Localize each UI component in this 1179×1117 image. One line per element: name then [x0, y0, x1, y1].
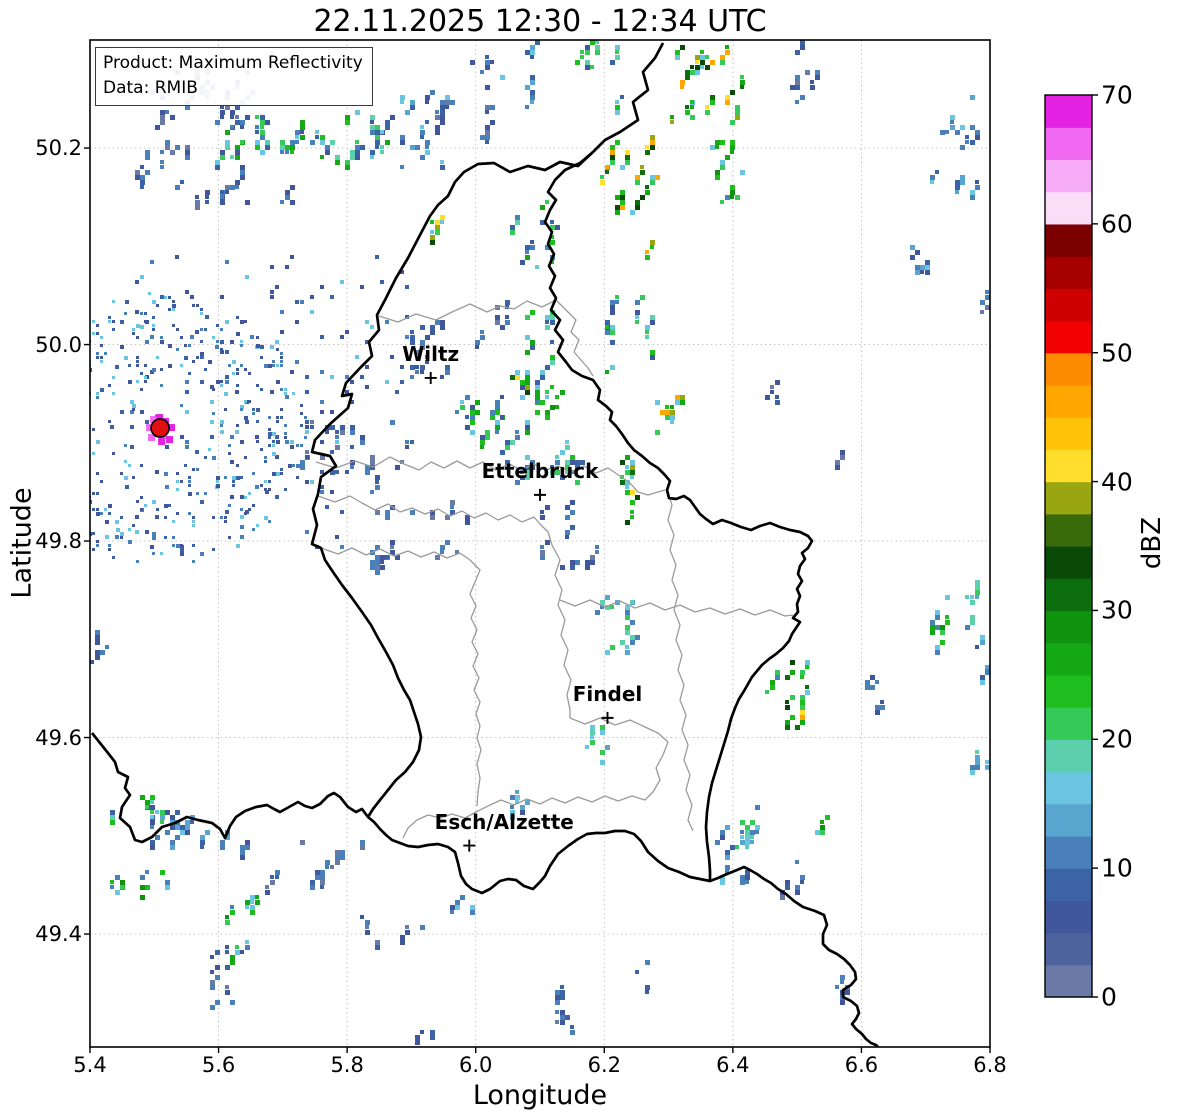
- x-tick-label: 6.6: [844, 1053, 879, 1077]
- colorbar-segment: [1045, 707, 1092, 740]
- radar-halo-pixel: [158, 438, 166, 446]
- colorbar-segment: [1045, 481, 1092, 515]
- x-tick-label: 6.2: [587, 1053, 621, 1077]
- data-source-line: Data: RMIB: [103, 77, 198, 98]
- y-tick-label: 49.4: [35, 922, 82, 947]
- colorbar-segment: [1045, 868, 1092, 901]
- colorbar-segment: [1045, 352, 1092, 386]
- colorbar-segment: [1045, 513, 1092, 547]
- x-tick-label: 5.8: [330, 1053, 364, 1077]
- colorbar-tick-label: 0: [1101, 982, 1117, 1012]
- colorbar-tick-label: 70: [1101, 80, 1133, 110]
- colorbar-tick-label: 10: [1101, 853, 1133, 883]
- city-label: Findel: [572, 681, 643, 706]
- city-label: Esch/Alzette: [434, 809, 574, 834]
- city-label: Ettelbruck: [481, 458, 599, 483]
- x-tick-label: 5.4: [73, 1053, 107, 1077]
- colorbar-segment: [1045, 417, 1092, 450]
- colorbar-segment: [1045, 127, 1092, 161]
- colorbar-segment: [1045, 964, 1092, 998]
- colorbar-segment: [1045, 739, 1092, 773]
- colorbar-segment: [1045, 191, 1092, 225]
- x-tick-label: 6.4: [716, 1053, 750, 1077]
- colorbar-tick-label: 40: [1101, 467, 1133, 497]
- colorbar-segment: [1045, 642, 1092, 676]
- radar-map-canvas: [84, 39, 1098, 1053]
- y-tick-label: 50.2: [35, 136, 82, 161]
- x-tick-label: 6.0: [459, 1053, 493, 1077]
- radar-halo-pixel: [166, 436, 174, 444]
- colorbar-segment: [1045, 159, 1092, 193]
- colorbar-tick-label: 30: [1101, 595, 1133, 625]
- colorbar-segment: [1045, 771, 1092, 805]
- colorbar-segment: [1045, 900, 1092, 934]
- colorbar-tick-label: 20: [1101, 724, 1133, 754]
- colorbar-segment: [1045, 449, 1092, 483]
- product-line: Product: Maximum Reflectivity: [103, 53, 363, 73]
- colorbar-segment: [1045, 288, 1092, 322]
- city-label: Wiltz: [402, 341, 460, 366]
- y-tick-label: 49.6: [35, 725, 82, 750]
- colorbar-segment: [1045, 674, 1092, 708]
- colorbar-segment: [1045, 320, 1092, 354]
- colorbar-segment: [1045, 932, 1092, 966]
- colorbar-segment: [1045, 95, 1092, 128]
- colorbar-segment: [1045, 610, 1092, 644]
- colorbar-segment: [1045, 256, 1092, 289]
- colorbar-label: dBZ: [1137, 516, 1167, 570]
- colorbar-segment: [1045, 546, 1092, 579]
- x-axis-label: Longitude: [472, 1080, 608, 1111]
- x-tick-label: 5.6: [201, 1053, 236, 1077]
- y-tick-label: 50.0: [35, 332, 82, 357]
- colorbar: [1044, 94, 1098, 998]
- x-tick-label: 6.8: [973, 1053, 1007, 1077]
- colorbar-segment: [1045, 384, 1092, 418]
- figure-title: 22.11.2025 12:30 - 12:34 UTC: [313, 4, 767, 39]
- colorbar-segment: [1045, 578, 1092, 612]
- radar-figure: 22.11.2025 12:30 - 12:34 UTC Product: Ma…: [0, 0, 1179, 1117]
- product-annotation-box: Product: Maximum Reflectivity Data: RMIB: [95, 47, 373, 107]
- y-tick-label: 49.8: [35, 529, 82, 554]
- y-axis-label: Latitude: [6, 487, 38, 599]
- colorbar-segment: [1045, 835, 1092, 869]
- radar-site-dot: [150, 418, 170, 438]
- colorbar-tick-label: 50: [1101, 338, 1133, 368]
- colorbar-segment: [1045, 223, 1092, 257]
- colorbar-tick-label: 60: [1101, 209, 1133, 239]
- colorbar-segment: [1045, 803, 1092, 837]
